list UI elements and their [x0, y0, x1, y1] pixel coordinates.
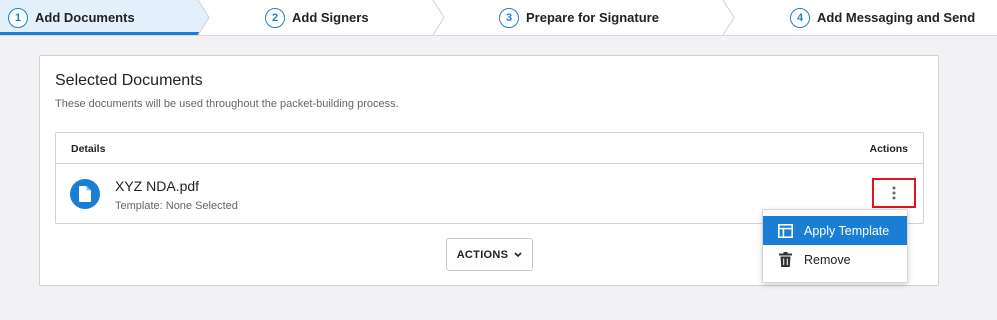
step-add-signers[interactable]: 2 Add Signers [265, 0, 369, 35]
progress-stepper: 1 Add Documents 2 Add Signers 3 Prepare … [0, 0, 997, 36]
file-icon [70, 179, 100, 209]
row-actions-menu-button[interactable] [872, 178, 916, 208]
step-separator-chevron [432, 0, 445, 35]
table-header: Details Actions [56, 133, 923, 164]
step-label: Add Messaging and Send [817, 10, 976, 25]
menu-item-label: Remove [804, 252, 851, 267]
step-separator-chevron [722, 0, 735, 35]
step-add-messaging-and-send[interactable]: 4 Add Messaging and Send [790, 0, 975, 35]
chevron-down-icon [514, 251, 522, 258]
actions-button[interactable]: ACTIONS [446, 238, 533, 271]
more-vertical-icon [892, 186, 896, 200]
document-template: Template: None Selected [115, 200, 238, 212]
step-prepare-for-signature[interactable]: 3 Prepare for Signature [499, 0, 659, 35]
trash-icon [777, 252, 793, 268]
step-label: Prepare for Signature [526, 10, 659, 25]
template-icon [777, 223, 793, 239]
step-number-badge: 4 [790, 7, 810, 28]
step-add-documents[interactable]: 1 Add Documents [8, 0, 135, 35]
card-subtitle: These documents will be used throughout … [55, 98, 399, 110]
step-number-badge: 3 [499, 7, 519, 28]
step-number-badge: 1 [8, 7, 28, 28]
step-number-badge: 2 [265, 7, 285, 28]
row-actions-dropdown: Apply Template Remove [762, 209, 908, 283]
menu-item-label: Apply Template [804, 223, 890, 238]
step-separator-chevron [197, 0, 210, 35]
step-label: Add Documents [35, 10, 135, 25]
document-name: XYZ NDA.pdf [115, 178, 200, 194]
column-header-actions: Actions [869, 143, 908, 155]
menu-item-remove[interactable]: Remove [763, 245, 907, 274]
menu-item-apply-template[interactable]: Apply Template [763, 216, 907, 245]
step-label: Add Signers [292, 10, 369, 25]
actions-button-label: ACTIONS [456, 248, 509, 261]
card-title: Selected Documents [55, 72, 203, 89]
column-header-details: Details [71, 143, 106, 155]
